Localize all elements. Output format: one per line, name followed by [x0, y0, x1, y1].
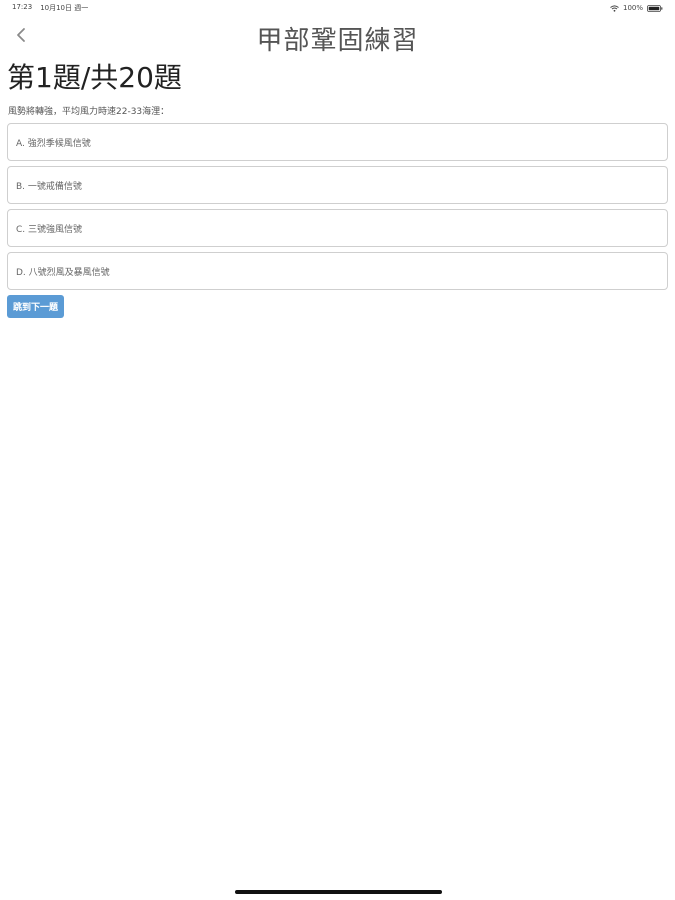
home-indicator[interactable]	[235, 890, 442, 894]
question-text: 風勢將轉強，平均風力時速22-33海浬：	[8, 107, 170, 117]
answer-option-a[interactable]: A. 強烈季候風信號	[7, 123, 668, 161]
option-label: C. 三號強風信號	[16, 224, 83, 235]
navigation-bar: 甲部鞏固練習	[0, 16, 675, 60]
answer-option-d[interactable]: D. 八號烈風及暴風信號	[7, 252, 668, 290]
option-label: A. 強烈季候風信號	[16, 138, 91, 149]
status-time: 17:23	[12, 3, 33, 11]
option-label: D. 八號烈風及暴風信號	[16, 267, 110, 278]
battery-percent: 100%	[622, 4, 643, 12]
option-label: B. 一號戒備信號	[16, 181, 82, 192]
quiz-content: 第1題/共20題 風勢將轉強，平均風力時速22-33海浬： A. 強烈季候風信號…	[7, 60, 668, 318]
status-bar: 17:23 10月10日 週一 100%	[0, 0, 675, 16]
skip-to-next-button[interactable]: 跳到下一題	[7, 295, 65, 318]
answer-option-c[interactable]: C. 三號強風信號	[7, 209, 668, 247]
wifi-icon	[610, 4, 619, 12]
battery-icon	[647, 4, 663, 12]
answer-option-b[interactable]: B. 一號戒備信號	[7, 166, 668, 204]
question-counter: 第1題/共20題	[7, 61, 182, 94]
page-title: 甲部鞏固練習	[256, 26, 419, 56]
status-date: 10月10日 週一	[40, 4, 89, 12]
app-screen: 17:23 10月10日 週一 100% 甲部鞏固練習 第1題/共20題 風勢將…	[0, 0, 675, 900]
